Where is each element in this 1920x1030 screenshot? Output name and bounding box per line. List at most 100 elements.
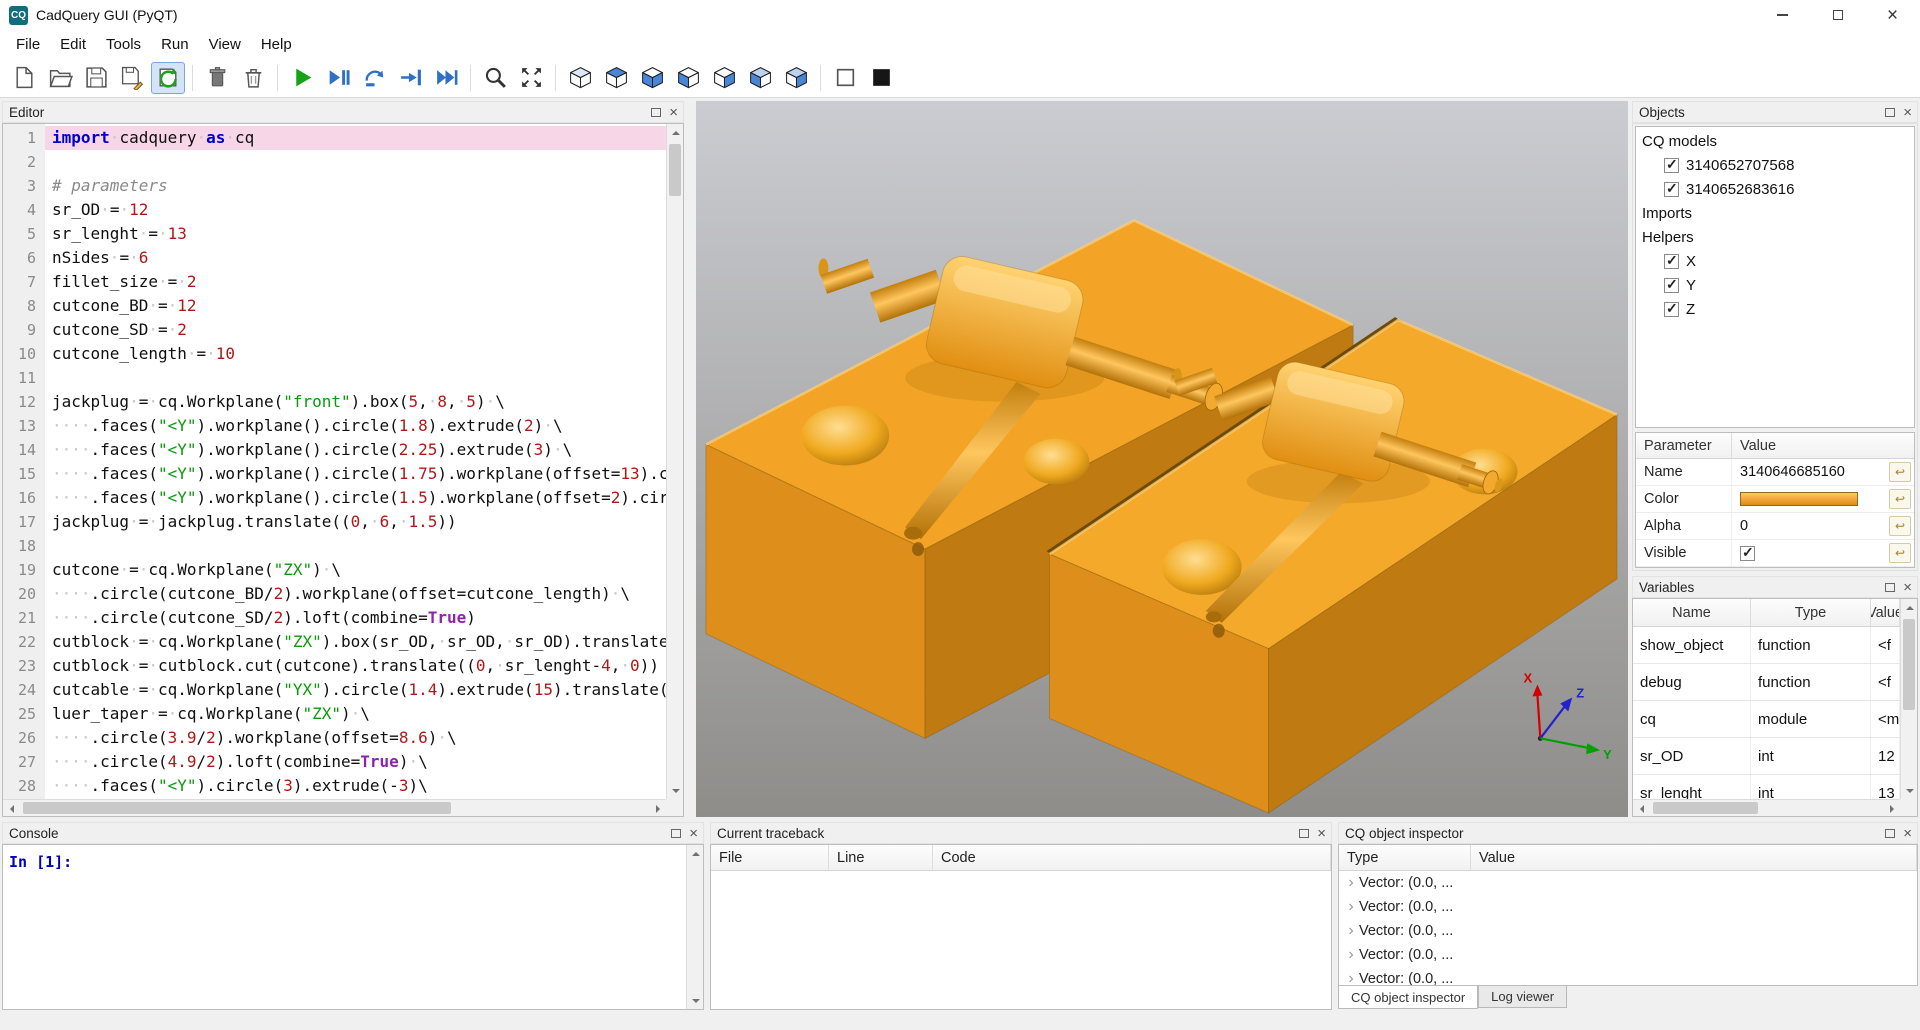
close-panel-icon[interactable]: × xyxy=(1903,580,1912,595)
property-value[interactable]: 3140646685160 xyxy=(1732,464,1889,480)
code-line[interactable]: 8cutcone_BD·=·12 xyxy=(3,294,666,318)
inspector-row[interactable]: ›Vector: (0.0, ... xyxy=(1339,943,1917,967)
reset-property-button[interactable]: ↩ xyxy=(1889,543,1911,563)
code-line[interactable]: 27····.circle(4.9/2).loft(combine=True)·… xyxy=(3,750,666,774)
debug-button[interactable] xyxy=(321,62,355,94)
scroll-left-icon[interactable] xyxy=(1633,800,1650,817)
scroll-up-icon[interactable] xyxy=(687,845,704,862)
code-line[interactable]: 19cutcone·=·cq.Workplane("ZX")·\ xyxy=(3,558,666,582)
expand-chevron-icon[interactable]: › xyxy=(1343,875,1359,891)
close-panel-icon[interactable]: × xyxy=(1903,105,1912,120)
property-value[interactable]: 0 xyxy=(1732,518,1889,534)
code-line[interactable]: 22cutblock·=·cq.Workplane("ZX").box(sr_O… xyxy=(3,630,666,654)
code-line[interactable]: 5sr_lenght·=·13 xyxy=(3,222,666,246)
tree-item-3140652683616[interactable]: 3140652683616 xyxy=(1636,177,1914,201)
checkbox[interactable] xyxy=(1664,278,1679,293)
code-line[interactable]: 20····.circle(cutcone_BD/2).workplane(of… xyxy=(3,582,666,606)
new-button[interactable] xyxy=(7,62,41,94)
code-line[interactable]: 16····.faces("<Y").workplane().circle(1.… xyxy=(3,486,666,510)
code-line[interactable]: 25luer_taper·=·cq.Workplane("ZX")·\ xyxy=(3,702,666,726)
editor-vscrollbar[interactable] xyxy=(666,124,683,799)
code-line[interactable]: 21····.circle(cutcone_SD/2).loft(combine… xyxy=(3,606,666,630)
color-swatch[interactable] xyxy=(1740,492,1858,506)
view-bottom-button[interactable] xyxy=(635,62,669,94)
checkbox[interactable] xyxy=(1664,254,1679,269)
delete-button[interactable] xyxy=(236,62,270,94)
code-line[interactable]: 15····.faces("<Y").workplane().circle(1.… xyxy=(3,462,666,486)
menu-file[interactable]: File xyxy=(6,30,50,58)
close-button[interactable]: × xyxy=(1865,0,1920,30)
float-panel-icon[interactable] xyxy=(1885,583,1895,592)
code-line[interactable]: 4sr_OD·=·12 xyxy=(3,198,666,222)
float-panel-icon[interactable] xyxy=(1885,829,1895,838)
menu-help[interactable]: Help xyxy=(251,30,302,58)
tree-item-cq-models[interactable]: CQ models xyxy=(1636,129,1914,153)
scroll-down-icon[interactable] xyxy=(687,992,704,1009)
tree-item-z[interactable]: Z xyxy=(1636,297,1914,321)
variable-row-sr_lenght[interactable]: sr_lenghtint13 xyxy=(1633,775,1900,799)
variable-row-show_object[interactable]: show_objectfunction<f xyxy=(1633,627,1900,664)
menu-tools[interactable]: Tools xyxy=(96,30,151,58)
continue-button[interactable] xyxy=(429,62,463,94)
splitter-editor-viewport[interactable] xyxy=(684,101,696,817)
float-panel-icon[interactable] xyxy=(1299,829,1309,838)
fit-all-button[interactable] xyxy=(514,62,548,94)
tab-cq-object-inspector[interactable]: CQ object inspector xyxy=(1338,985,1478,1009)
scroll-down-icon[interactable] xyxy=(667,782,684,799)
property-value[interactable] xyxy=(1732,492,1889,506)
wireframe-button[interactable] xyxy=(828,62,862,94)
editor-vscroll-thumb[interactable] xyxy=(669,144,681,196)
scroll-right-icon[interactable] xyxy=(649,800,666,817)
code-line[interactable]: 3# parameters xyxy=(3,174,666,198)
reset-property-button[interactable]: ↩ xyxy=(1889,489,1911,509)
inspector-row[interactable]: ›Vector: (0.0, ... xyxy=(1339,895,1917,919)
render-button[interactable] xyxy=(285,62,319,94)
menu-view[interactable]: View xyxy=(199,30,251,58)
code-line[interactable]: 13····.faces("<Y").workplane().circle(1.… xyxy=(3,414,666,438)
expand-chevron-icon[interactable]: › xyxy=(1343,899,1359,915)
close-panel-icon[interactable]: × xyxy=(669,105,678,120)
save-button[interactable] xyxy=(79,62,113,94)
scroll-left-icon[interactable] xyxy=(3,800,20,817)
save-as-button[interactable] xyxy=(115,62,149,94)
step-button[interactable] xyxy=(357,62,391,94)
viewport-3d[interactable]: X Z Y xyxy=(696,101,1628,817)
code-line[interactable]: 10cutcone_length·=·10 xyxy=(3,342,666,366)
editor-hscroll-thumb[interactable] xyxy=(23,802,451,814)
code-line[interactable]: 14····.faces("<Y").workplane().circle(2.… xyxy=(3,438,666,462)
menu-edit[interactable]: Edit xyxy=(50,30,96,58)
view-top-button[interactable] xyxy=(599,62,633,94)
close-panel-icon[interactable]: × xyxy=(689,826,698,841)
tree-item-x[interactable]: X xyxy=(1636,249,1914,273)
view-right-button[interactable] xyxy=(779,62,813,94)
view-front-button[interactable] xyxy=(671,62,705,94)
clean-button[interactable] xyxy=(200,62,234,94)
autoreload-button[interactable] xyxy=(151,62,185,94)
scroll-right-icon[interactable] xyxy=(1883,800,1900,817)
code-line[interactable]: 12jackplug·=·cq.Workplane("front").box(5… xyxy=(3,390,666,414)
shaded-button[interactable] xyxy=(864,62,898,94)
checkbox[interactable] xyxy=(1664,158,1679,173)
code-line[interactable]: 7fillet_size·=·2 xyxy=(3,270,666,294)
menu-run[interactable]: Run xyxy=(151,30,199,58)
console-vscrollbar[interactable] xyxy=(686,845,703,1009)
scroll-down-icon[interactable] xyxy=(1901,782,1918,799)
inspector-row[interactable]: ›Vector: (0.0, ... xyxy=(1339,967,1917,986)
variable-row-cq[interactable]: cqmodule<m xyxy=(1633,701,1900,738)
code-line[interactable]: 24cutcable·=·cq.Workplane("YX").circle(1… xyxy=(3,678,666,702)
tab-log-viewer[interactable]: Log viewer xyxy=(1478,986,1567,1008)
editor-code[interactable]: 1import·cadquery·as·cq23# parameters4sr_… xyxy=(3,124,666,799)
code-line[interactable]: 23cutblock·=·cutblock.cut(cutcone).trans… xyxy=(3,654,666,678)
code-line[interactable]: 18 xyxy=(3,534,666,558)
code-line[interactable]: 9cutcone_SD·=·2 xyxy=(3,318,666,342)
close-panel-icon[interactable]: × xyxy=(1903,826,1912,841)
close-panel-icon[interactable]: × xyxy=(1317,826,1326,841)
console-prompt[interactable]: In [1]: xyxy=(3,845,686,1009)
code-line[interactable]: 26····.circle(3.9/2).workplane(offset=8.… xyxy=(3,726,666,750)
tree-item-y[interactable]: Y xyxy=(1636,273,1914,297)
inspector-row[interactable]: ›Vector: (0.0, ... xyxy=(1339,871,1917,895)
inspector-row[interactable]: ›Vector: (0.0, ... xyxy=(1339,919,1917,943)
code-line[interactable]: 6nSides·=·6 xyxy=(3,246,666,270)
float-panel-icon[interactable] xyxy=(1885,108,1895,117)
float-panel-icon[interactable] xyxy=(651,108,661,117)
